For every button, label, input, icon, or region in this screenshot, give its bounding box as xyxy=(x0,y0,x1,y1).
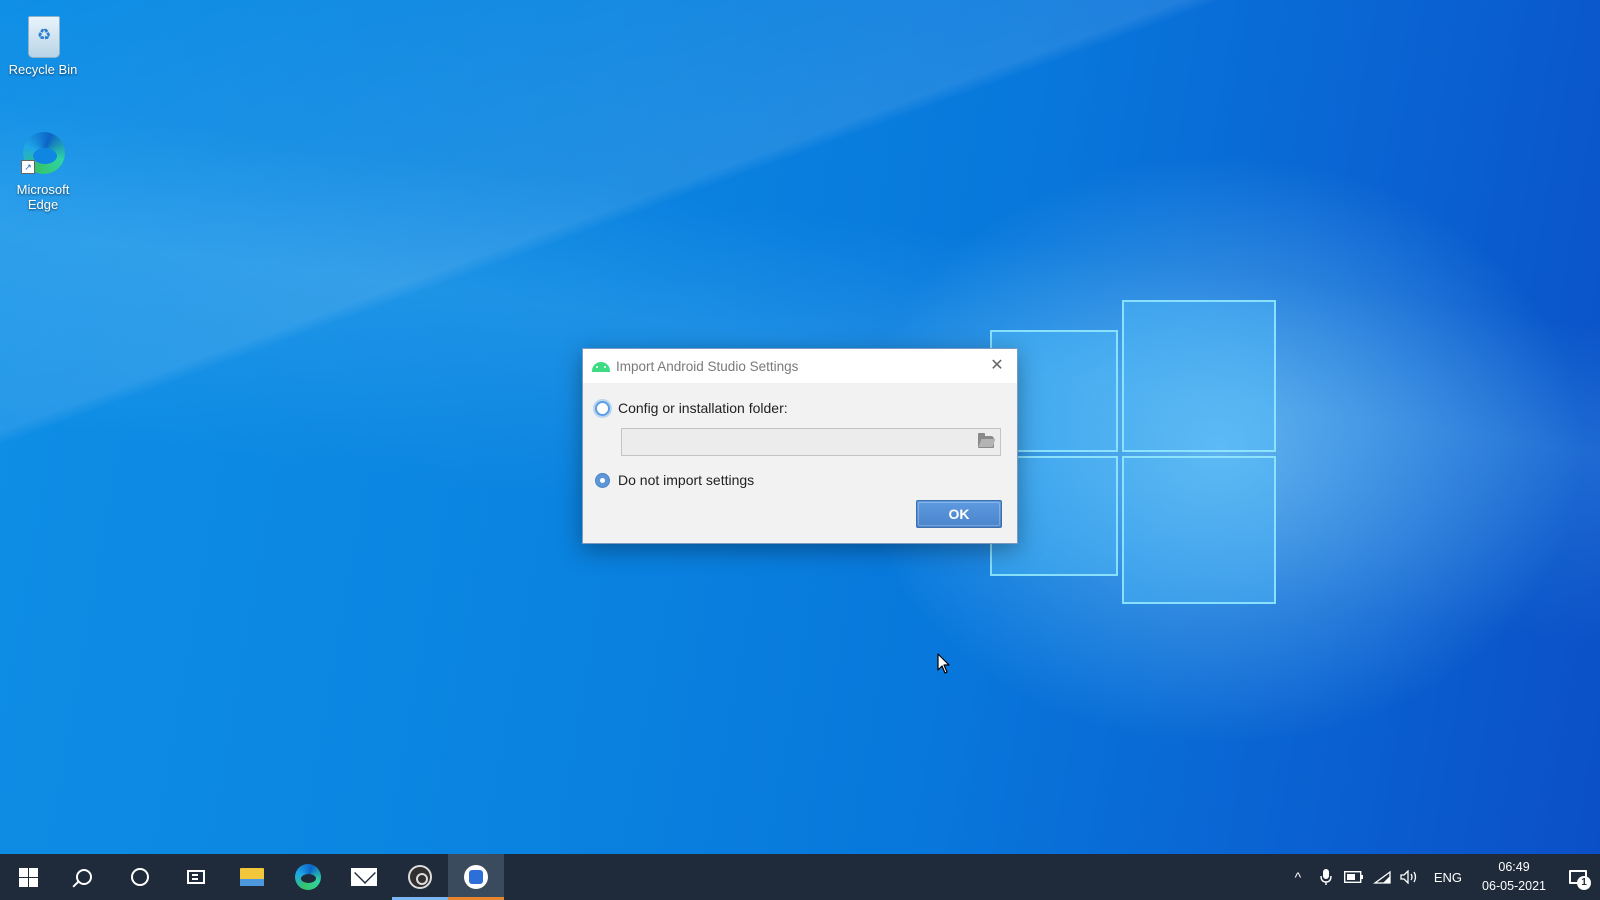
close-icon[interactable]: ✕ xyxy=(985,354,1009,378)
start-icon xyxy=(18,867,38,887)
option-config-folder[interactable]: Config or installation folder: xyxy=(595,400,788,416)
option-do-not-import[interactable]: Do not import settings xyxy=(595,472,754,488)
android-studio-icon xyxy=(464,865,488,889)
recycle-bin-icon xyxy=(19,10,67,58)
taskbar-mail[interactable] xyxy=(336,854,392,900)
edge-icon xyxy=(295,864,321,890)
ok-button[interactable]: OK xyxy=(916,500,1002,528)
logo-pane xyxy=(1122,300,1276,452)
task-view-button[interactable] xyxy=(168,854,224,900)
input-language[interactable]: ENG xyxy=(1424,870,1472,885)
clock-time: 06:49 xyxy=(1498,860,1530,874)
mail-icon xyxy=(351,868,377,886)
search-icon xyxy=(76,869,92,885)
task-view-icon xyxy=(187,870,205,884)
battery-icon[interactable] xyxy=(1340,854,1368,900)
microphone-icon[interactable] xyxy=(1312,854,1340,900)
logo-pane xyxy=(1122,456,1276,604)
desktop-icon-label: Microsoft Edge xyxy=(16,182,70,212)
file-explorer-icon xyxy=(240,868,264,886)
desktop-icon-label: Recycle Bin xyxy=(8,62,78,77)
volume-icon[interactable] xyxy=(1396,854,1424,900)
option-label: Do not import settings xyxy=(618,472,755,488)
import-settings-dialog: Import Android Studio Settings ✕ Config … xyxy=(582,348,1018,544)
taskbar-edge[interactable] xyxy=(280,854,336,900)
system-tray: ^ ENG 06:49 06-05-2021 1 xyxy=(1284,854,1600,900)
desktop-icon-recycle-bin[interactable]: Recycle Bin xyxy=(1,10,85,77)
clock[interactable]: 06:49 06-05-2021 xyxy=(1472,858,1556,896)
desktop-icon-edge[interactable]: ↗ Microsoft Edge xyxy=(1,130,85,212)
taskbar-obs[interactable] xyxy=(392,854,448,900)
dialog-title-bar[interactable]: Import Android Studio Settings ✕ xyxy=(583,349,1017,383)
taskbar-android-studio[interactable] xyxy=(448,854,504,900)
option-label: Config or installation folder: xyxy=(618,400,788,416)
config-path-input[interactable] xyxy=(621,428,1001,456)
edge-icon: ↗ xyxy=(19,130,67,178)
config-folder-radio[interactable] xyxy=(595,400,610,416)
cortana-icon xyxy=(131,868,149,886)
shortcut-arrow-icon: ↗ xyxy=(21,160,35,174)
show-hidden-icons-chevron-up-icon[interactable]: ^ xyxy=(1284,854,1312,900)
action-center-button[interactable]: 1 xyxy=(1556,854,1600,900)
wifi-icon[interactable] xyxy=(1368,854,1396,900)
start-button[interactable] xyxy=(0,854,56,900)
mouse-cursor-icon xyxy=(937,653,950,674)
clock-date: 06-05-2021 xyxy=(1482,879,1546,893)
do-not-import-radio[interactable] xyxy=(595,472,610,488)
taskbar-file-explorer[interactable] xyxy=(224,854,280,900)
taskbar: ^ ENG 06:49 06-05-2021 1 xyxy=(0,854,1600,900)
cortana-button[interactable] xyxy=(112,854,168,900)
obs-icon xyxy=(408,865,432,889)
notification-count-badge: 1 xyxy=(1577,876,1591,890)
dialog-title: Import Android Studio Settings xyxy=(616,358,799,374)
windows-logo-wallpaper xyxy=(990,300,1290,604)
search-button[interactable] xyxy=(56,854,112,900)
android-icon xyxy=(592,360,610,372)
folder-browse-icon[interactable] xyxy=(978,433,994,448)
